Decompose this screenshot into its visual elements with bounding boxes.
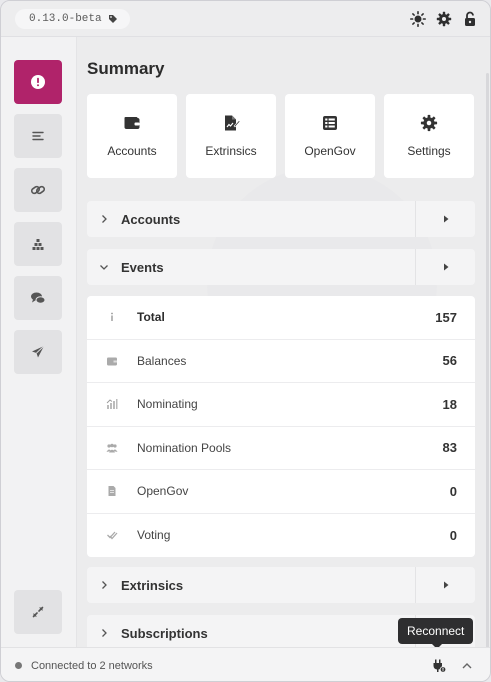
card-settings[interactable]: Settings [384,94,474,178]
chevron-right-icon [102,581,107,589]
table-list-icon [323,116,337,130]
main-panel: Summary Accounts Extrinsics OpenGov Sett… [77,37,489,647]
list-icon [32,131,44,141]
file-signature-icon [225,115,240,131]
card-accounts[interactable]: Accounts [87,94,177,178]
event-count: 0 [449,527,457,543]
connection-status-dot [15,662,22,669]
event-row-total[interactable]: Total 157 [87,296,475,340]
event-count: 18 [442,396,457,412]
event-row-voting[interactable]: Voting 0 [87,514,475,558]
chevron-right-icon [102,629,107,637]
alert-circle-icon [31,75,45,89]
event-name: OpenGov [137,484,189,499]
sidebar-item-events-list[interactable] [14,114,62,158]
event-name: Voting [137,528,171,543]
caret-right-icon [443,215,448,223]
expand-button[interactable] [14,590,62,634]
caret-right-icon [443,263,448,271]
document-icon [108,486,116,497]
gear-icon[interactable] [436,11,452,27]
accordion-label: Events [121,259,164,275]
link-icon [30,185,46,195]
sidebar-item-send[interactable] [14,330,62,374]
tag-icon [108,15,117,23]
users-icon [106,443,118,453]
accordion-extrinsics[interactable]: Extrinsics [87,567,475,603]
status-bar: Connected to 2 networks [1,647,490,681]
open-extrinsics-button[interactable] [415,567,475,603]
card-label: OpenGov [304,144,356,158]
chevron-up-icon[interactable] [460,659,474,673]
card-label: Accounts [107,144,157,158]
paper-plane-icon [32,345,45,358]
app-window: 0.13.0-beta Summary Accounts Extrinsics … [0,0,491,682]
reconnect-tooltip: Reconnect [398,618,474,649]
sidebar-item-network[interactable] [14,222,62,266]
card-extrinsics[interactable]: Extrinsics [186,94,276,178]
event-name: Total [137,310,165,325]
page-title: Summary [87,59,165,78]
version-badge[interactable]: 0.13.0-beta [15,9,130,29]
event-name: Nominating [137,397,198,412]
sun-icon[interactable] [410,11,426,27]
accordion-accounts[interactable]: Accounts [87,201,475,237]
event-count: 56 [442,353,457,369]
event-row-opengov[interactable]: OpenGov 0 [87,470,475,514]
connection-status-text: Connected to 2 networks [31,659,153,672]
info-icon [111,312,113,322]
accordion-label: Extrinsics [121,577,184,593]
chart-icon [106,399,118,410]
wallet-icon [107,357,117,366]
expand-icon [32,606,44,618]
version-text: 0.13.0-beta [29,13,102,25]
caret-right-icon [443,581,448,589]
chevron-right-icon [102,215,107,223]
gear-icon [420,114,438,132]
top-bar: 0.13.0-beta [1,1,490,37]
card-label: Extrinsics [205,144,257,158]
card-opengov[interactable]: OpenGov [285,94,375,178]
chevron-down-icon [100,265,108,270]
cubes-icon [32,239,44,250]
sidebar [1,37,77,647]
accordion-events[interactable]: Events [87,249,475,285]
event-row-nomination-pools[interactable]: Nomination Pools 83 [87,427,475,470]
open-accounts-button[interactable] [415,201,475,237]
check-double-icon [107,531,118,540]
event-name: Nomination Pools [137,440,232,455]
accordion-label: Accounts [121,211,181,227]
wallet-icon [124,117,140,129]
sidebar-item-summary[interactable] [14,60,62,104]
event-row-balances[interactable]: Balances 56 [87,340,475,383]
quick-actions: Accounts Extrinsics OpenGov Settings [87,94,474,178]
event-count: 83 [442,440,457,456]
scrollbar[interactable] [486,73,489,647]
event-row-nominating[interactable]: Nominating 18 [87,383,475,427]
event-count: 157 [435,309,457,325]
event-count: 0 [449,483,457,499]
sidebar-item-chains[interactable] [14,168,62,212]
card-label: Settings [407,144,451,158]
comments-icon [31,292,46,304]
event-name: Balances [137,353,187,368]
plug-icon[interactable] [432,659,446,673]
sidebar-item-messages[interactable] [14,276,62,320]
events-list: Total 157 Balances 56 Nominating 18 Nomi… [87,296,475,557]
unlock-icon[interactable] [462,11,478,27]
open-events-button[interactable] [415,249,475,285]
accordion-label: Subscriptions [121,625,208,641]
